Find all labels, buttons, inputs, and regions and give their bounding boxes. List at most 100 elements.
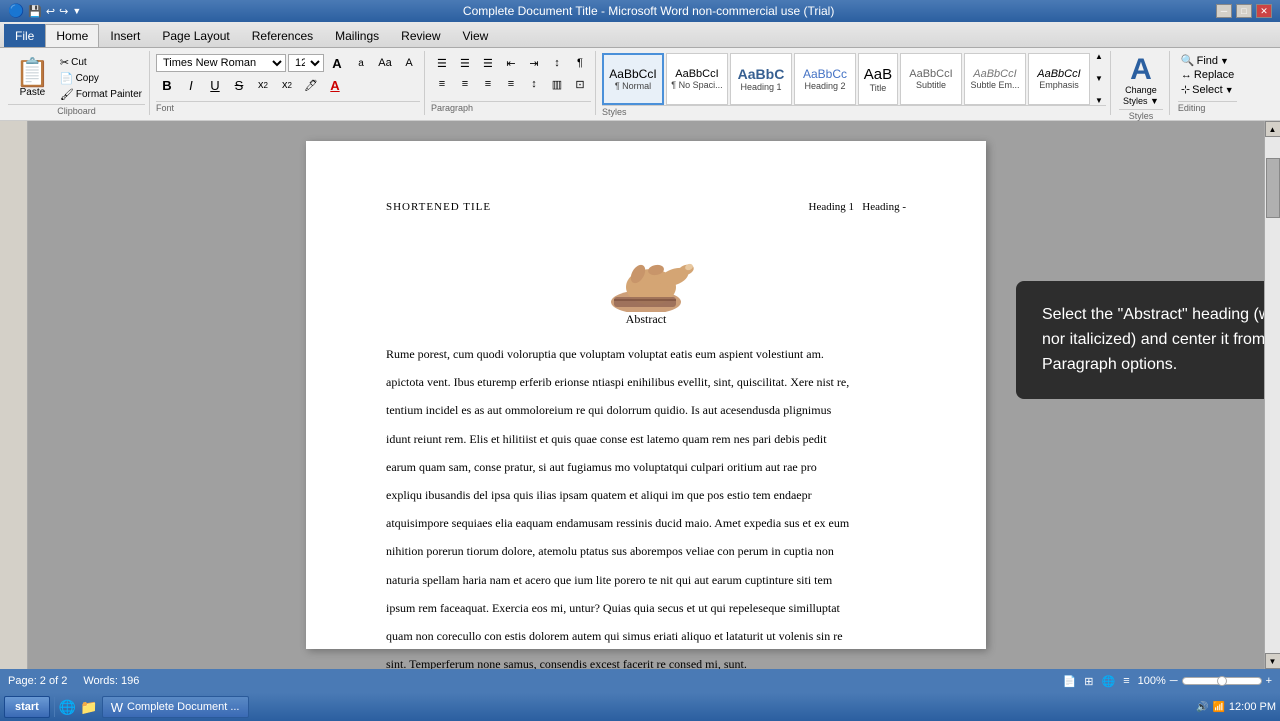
font-color-button[interactable]: A (324, 75, 346, 95)
tab-insert[interactable]: Insert (99, 24, 151, 47)
strikethrough-button[interactable]: S (228, 75, 250, 95)
borders-button[interactable]: ⊡ (569, 74, 591, 94)
paste-button[interactable]: 📋 Paste (8, 53, 57, 104)
show-hide-button[interactable]: ¶ (569, 53, 591, 73)
styles-scroll-up[interactable]: ▲ (1092, 53, 1106, 61)
subscript-button[interactable]: x2 (252, 75, 274, 95)
style-title-button[interactable]: AaB Title (858, 53, 898, 105)
text-highlight-button[interactable]: 🖊 (300, 75, 322, 95)
tab-page-layout[interactable]: Page Layout (151, 24, 240, 47)
style-heading2-label: Heading 2 (804, 81, 845, 91)
taskbar-icon-folder[interactable]: 📁 (80, 699, 97, 716)
styles-expand[interactable]: ▼ (1092, 97, 1106, 105)
sort-button[interactable]: ↕ (546, 53, 568, 73)
quick-access-save[interactable]: 💾 (28, 5, 42, 18)
scrollbar-thumb[interactable] (1266, 158, 1280, 218)
change-styles-button[interactable]: A ChangeStyles ▼ (1119, 53, 1163, 109)
align-center-button[interactable]: ≡ (454, 74, 476, 94)
view-icon-print[interactable]: 📄 (1063, 675, 1077, 688)
quick-access-undo[interactable]: ↩ (46, 5, 55, 18)
shading-button[interactable]: ▥ (546, 74, 568, 94)
align-right-button[interactable]: ≡ (477, 74, 499, 94)
format-painter-button[interactable]: 🖌 Format Painter (57, 87, 145, 102)
tab-review[interactable]: Review (390, 24, 451, 47)
find-button[interactable]: 🔍 Find ▼ (1178, 53, 1237, 68)
bullets-button[interactable]: ☰ (431, 53, 453, 73)
change-styles-group: A ChangeStyles ▼ Styles (1113, 51, 1170, 115)
tab-mailings[interactable]: Mailings (324, 24, 390, 47)
zoom-decrease-button[interactable]: ─ (1170, 675, 1178, 687)
styles-scroll-down[interactable]: ▼ (1092, 75, 1106, 83)
body-paragraph-3: tentium incidel es as aut ommoloreium re… (386, 399, 906, 421)
italic-button[interactable]: I (180, 75, 202, 95)
style-subtle-em-button[interactable]: AaBbCcI Subtle Em... (964, 53, 1026, 105)
body-paragraph-2: apictota vent. Ibus eturemp erferib erio… (386, 371, 906, 393)
increase-indent-button[interactable]: ⇥ (523, 53, 545, 73)
copy-label: Copy (76, 73, 99, 84)
view-icon-web[interactable]: 🌐 (1102, 675, 1116, 688)
quick-access-redo[interactable]: ↪ (59, 5, 68, 18)
view-icon-fullscreen[interactable]: ⊞ (1084, 675, 1093, 688)
font-shrink-button[interactable]: a (350, 53, 372, 73)
view-icon-outline[interactable]: ≡ (1123, 675, 1129, 687)
align-left-button[interactable]: ≡ (431, 74, 453, 94)
style-heading1-button[interactable]: AaBbC Heading 1 (730, 53, 792, 105)
body-paragraph-12: sint. Temperferum none samus, consendis … (386, 653, 906, 669)
font-grow-button[interactable]: A (326, 53, 348, 73)
body-paragraph-4: idunt reiunt rem. Elis et hilitiist et q… (386, 428, 906, 450)
font-name-select[interactable]: Times New Roman (156, 54, 286, 72)
tab-home[interactable]: Home (45, 24, 99, 47)
font-size-select[interactable]: 12 (288, 54, 324, 72)
tray-icon-2: 📶 (1212, 702, 1224, 713)
taskbar-word-item[interactable]: W Complete Document ... (102, 696, 249, 718)
body-paragraph-1: Rume porest, cum quodi voloruptia que vo… (386, 343, 906, 365)
abstract-section: Abstract (386, 237, 906, 327)
clear-formatting-button[interactable]: A (398, 53, 420, 73)
cut-label: Cut (71, 57, 87, 68)
tab-view[interactable]: View (452, 24, 500, 47)
style-heading2-preview: AaBbCc (803, 67, 847, 81)
minimize-button[interactable]: ─ (1216, 4, 1232, 18)
style-normal-button[interactable]: AaBbCcI ¶ Normal (602, 53, 664, 105)
tab-references[interactable]: References (241, 24, 324, 47)
line-spacing-button[interactable]: ↕ (523, 74, 545, 94)
style-subtitle-button[interactable]: AaBbCcI Subtitle (900, 53, 962, 105)
replace-button[interactable]: ↔ Replace (1178, 68, 1237, 82)
copy-button[interactable]: 📄 Copy (57, 71, 145, 86)
cut-button[interactable]: ✂ Cut (57, 55, 145, 70)
ribbon-content: 📋 Paste ✂ Cut 📄 Copy 🖌 (0, 48, 1280, 120)
maximize-button[interactable]: □ (1236, 4, 1252, 18)
styles-scroll[interactable]: ▲ ▼ ▼ (1092, 53, 1106, 105)
decrease-indent-button[interactable]: ⇤ (500, 53, 522, 73)
body-paragraph-11: quam non corecullo con estis dolorem aut… (386, 625, 906, 647)
close-button[interactable]: ✕ (1256, 4, 1272, 18)
window-title: Complete Document Title - Microsoft Word… (81, 4, 1216, 18)
multilevel-button[interactable]: ☰ (477, 53, 499, 73)
style-subtitle-label: Subtitle (916, 80, 946, 90)
zoom-thumb[interactable] (1217, 676, 1227, 686)
style-heading1-preview: AaBbC (738, 66, 785, 82)
taskbar-system-tray: 🔊 📶 12:00 PM (1196, 701, 1276, 713)
numbering-button[interactable]: ☰ (454, 53, 476, 73)
body-paragraph-10: ipsum rem faceaquat. Exercia eos mi, unt… (386, 597, 906, 619)
style-heading2-button[interactable]: AaBbCc Heading 2 (794, 53, 856, 105)
style-emphasis-button[interactable]: AaBbCcI Emphasis (1028, 53, 1090, 105)
style-no-spacing-button[interactable]: AaBbCcI ¶ No Spaci... (666, 53, 728, 105)
justify-button[interactable]: ≡ (500, 74, 522, 94)
scrollbar-track[interactable] (1265, 137, 1280, 653)
bold-button[interactable]: B (156, 75, 178, 95)
select-button[interactable]: ⊹ Select ▼ (1178, 82, 1237, 97)
tab-file[interactable]: File (4, 24, 45, 47)
page-header: SHORTENED TILE Heading 1 Heading - (386, 201, 906, 213)
underline-button[interactable]: U (204, 75, 226, 95)
taskbar-icon-ie[interactable]: 🌐 (59, 699, 76, 716)
quick-access-dropdown[interactable]: ▼ (72, 6, 81, 16)
start-button[interactable]: start (4, 696, 50, 718)
zoom-increase-button[interactable]: + (1266, 675, 1272, 687)
superscript-button[interactable]: x2 (276, 75, 298, 95)
zoom-slider[interactable] (1182, 677, 1262, 685)
font-case-button[interactable]: Aa (374, 53, 396, 73)
scroll-down-button[interactable]: ▼ (1265, 653, 1280, 669)
style-emphasis-label: Emphasis (1039, 80, 1079, 90)
scroll-up-button[interactable]: ▲ (1265, 121, 1280, 137)
